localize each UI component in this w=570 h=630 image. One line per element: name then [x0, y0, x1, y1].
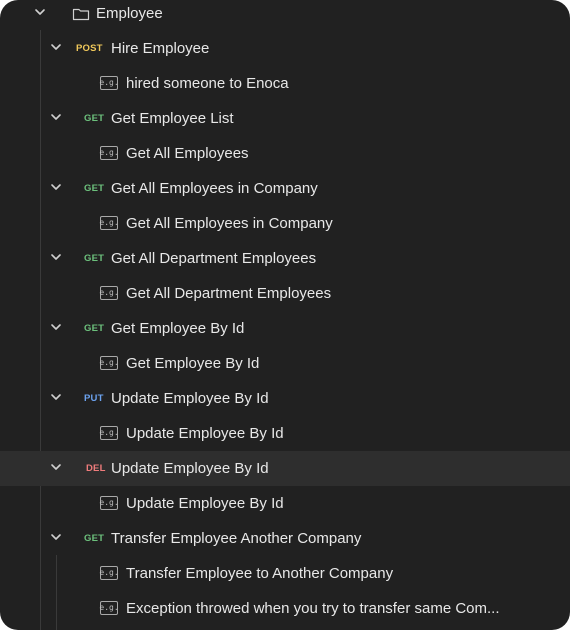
- example-name: Update Employee By Id: [126, 495, 284, 512]
- folder-icon: [72, 5, 90, 23]
- example-row[interactable]: e.g. Exception throwed when you try to t…: [0, 591, 570, 626]
- example-icon: e.g.: [99, 145, 119, 160]
- chevron-down-icon[interactable]: [50, 181, 62, 193]
- example-row[interactable]: e.g. Transfer Employee to Another Compan…: [0, 556, 570, 591]
- request-row[interactable]: GET Get All Department Employees: [0, 241, 570, 276]
- example-name: Transfer Employee to Another Company: [126, 565, 394, 582]
- example-icon: e.g.: [99, 600, 119, 615]
- request-row[interactable]: PUT Update Employee By Id: [0, 381, 570, 416]
- chevron-down-icon[interactable]: [50, 321, 62, 333]
- example-icon: e.g.: [99, 425, 119, 440]
- method-badge: GET: [84, 113, 105, 124]
- request-name: Get Employee By Id: [111, 320, 245, 337]
- example-icon: e.g.: [99, 495, 119, 510]
- request-name: Get All Employees in Company: [111, 180, 318, 197]
- example-row[interactable]: e.g. Get All Employees: [0, 136, 570, 171]
- example-row[interactable]: e.g. hired someone to Enoca: [0, 66, 570, 101]
- request-name: Get Employee List: [111, 110, 234, 127]
- example-icon: e.g.: [99, 285, 119, 300]
- collection-tree: Employee POST Hire Employee e.g. hired s…: [0, 0, 570, 630]
- method-badge: POST: [76, 43, 103, 54]
- method-badge: DEL: [86, 463, 106, 474]
- request-name: Transfer Employee Another Company: [111, 530, 362, 547]
- example-row[interactable]: e.g. Get All Employees in Company: [0, 206, 570, 241]
- request-row[interactable]: DEL Update Employee By Id: [0, 451, 570, 486]
- folder-name: Employee: [96, 5, 163, 22]
- method-badge: GET: [84, 253, 105, 264]
- example-row[interactable]: e.g. Update Employee By Id: [0, 416, 570, 451]
- request-row[interactable]: POST Hire Employee: [0, 31, 570, 66]
- method-badge: GET: [84, 323, 105, 334]
- request-row[interactable]: GET Get All Employees in Company: [0, 171, 570, 206]
- example-name: Get All Employees in Company: [126, 215, 333, 232]
- example-name: Update Employee By Id: [126, 425, 284, 442]
- chevron-down-icon[interactable]: [34, 6, 46, 18]
- example-name: Get All Department Employees: [126, 285, 332, 302]
- example-row[interactable]: e.g. Get Employee By Id: [0, 346, 570, 381]
- request-name: Hire Employee: [111, 40, 210, 57]
- request-row[interactable]: GET Get Employee List: [0, 101, 570, 136]
- example-icon: e.g.: [99, 215, 119, 230]
- chevron-down-icon[interactable]: [50, 111, 62, 123]
- request-name: Update Employee By Id: [111, 390, 269, 407]
- example-icon: e.g.: [99, 565, 119, 580]
- folder-row-employee[interactable]: Employee: [0, 0, 570, 31]
- request-row[interactable]: GET Get Employee By Id: [0, 311, 570, 346]
- chevron-down-icon[interactable]: [50, 461, 62, 473]
- method-badge: PUT: [84, 393, 104, 404]
- example-row[interactable]: e.g. Get All Department Employees: [0, 276, 570, 311]
- chevron-down-icon[interactable]: [50, 531, 62, 543]
- example-name: Get Employee By Id: [126, 355, 260, 372]
- method-badge: GET: [84, 183, 105, 194]
- example-icon: e.g.: [99, 355, 119, 370]
- method-badge: GET: [84, 533, 105, 544]
- request-name: Update Employee By Id: [111, 460, 269, 477]
- request-name: Get All Department Employees: [111, 250, 317, 267]
- chevron-down-icon[interactable]: [50, 391, 62, 403]
- example-name: Exception throwed when you try to transf…: [126, 600, 500, 617]
- example-name: hired someone to Enoca: [126, 75, 289, 92]
- example-icon: e.g.: [99, 75, 119, 90]
- chevron-down-icon[interactable]: [50, 251, 62, 263]
- request-row[interactable]: GET Transfer Employee Another Company: [0, 521, 570, 556]
- example-row[interactable]: e.g. Update Employee By Id: [0, 486, 570, 521]
- chevron-down-icon[interactable]: [50, 41, 62, 53]
- example-name: Get All Employees: [126, 145, 249, 162]
